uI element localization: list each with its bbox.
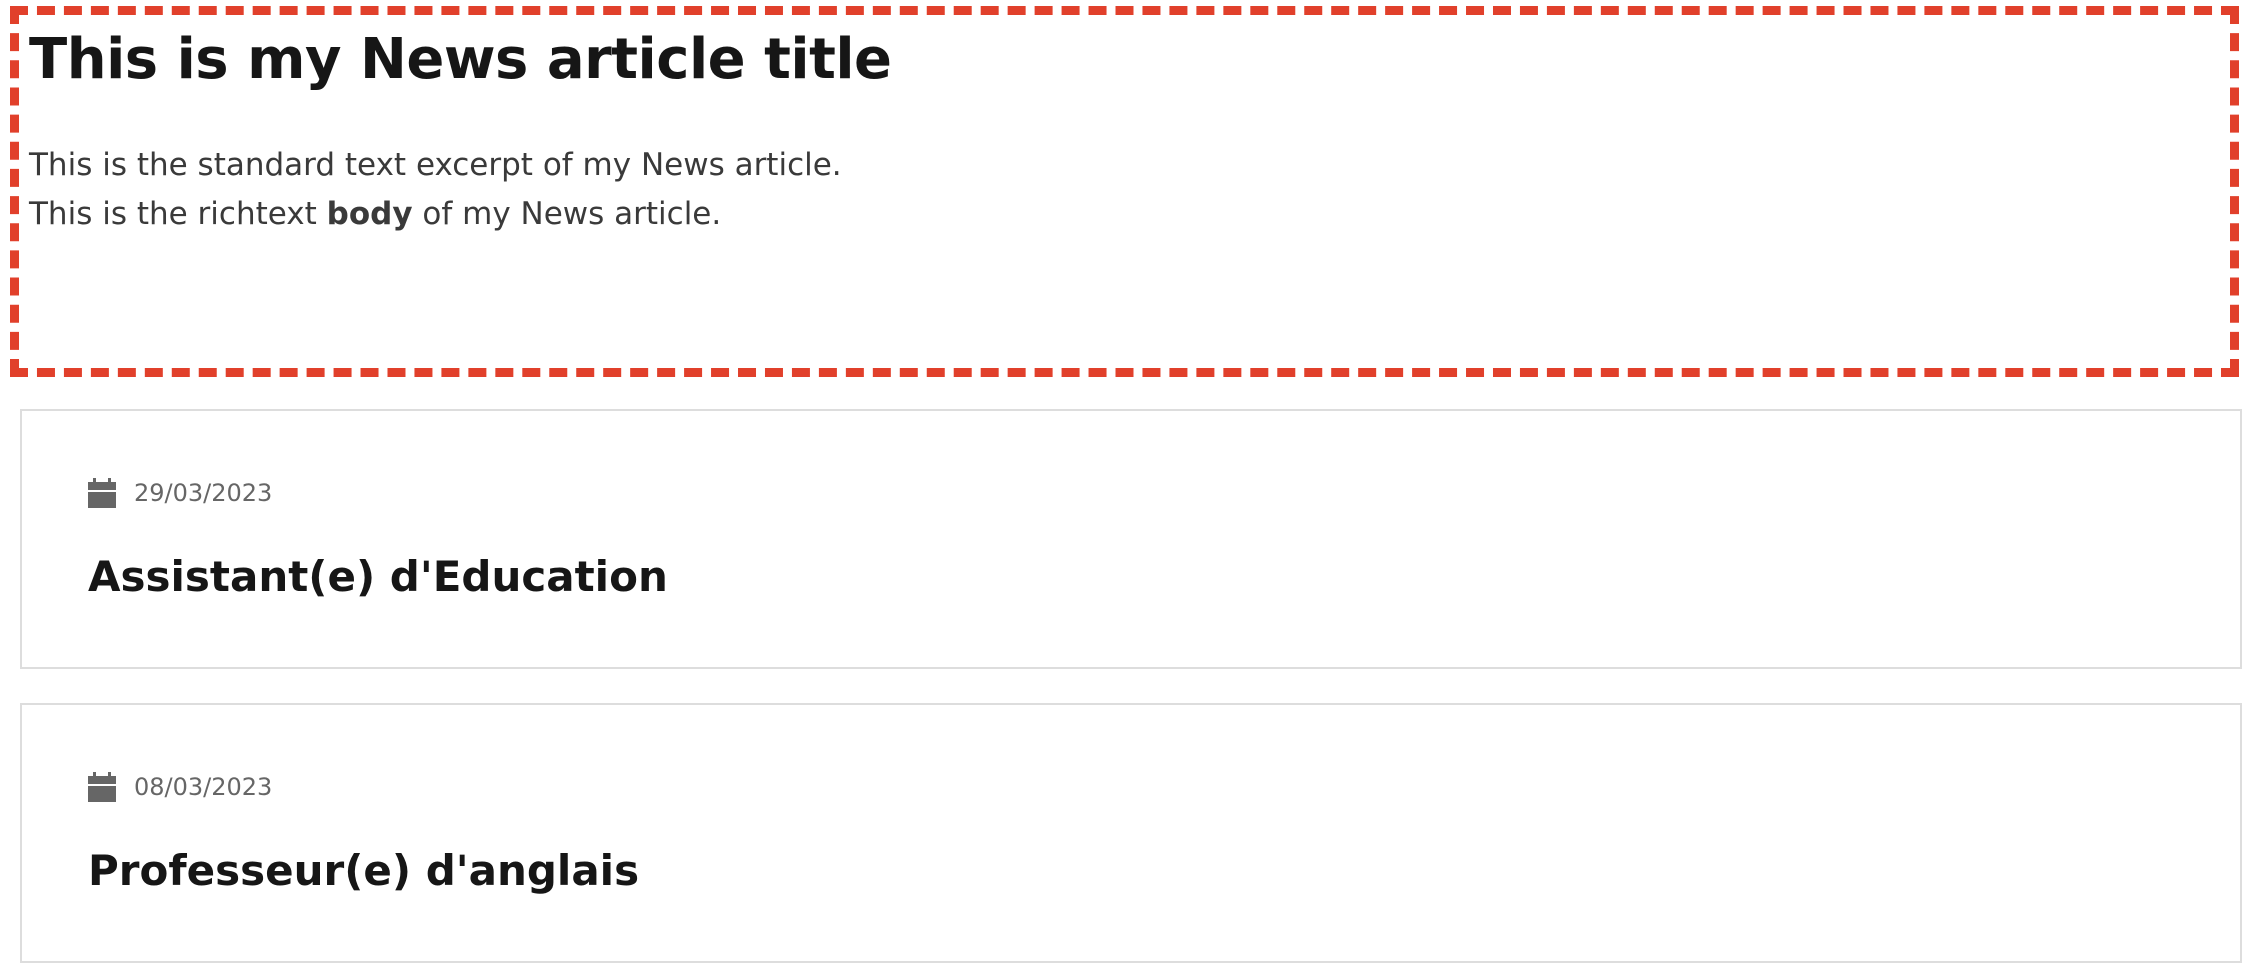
calendar-icon [88, 772, 116, 802]
article-body: This is the richtext body of my News art… [29, 190, 2220, 239]
card-title[interactable]: Assistant(e) d'Education [88, 549, 668, 605]
card-date: 08/03/2023 [134, 773, 273, 801]
news-card[interactable]: 29/03/2023 Assistant(e) d'Education [20, 409, 2242, 669]
page: This is my News article title This is th… [0, 0, 2254, 980]
article-body-text: This is the richtext [29, 196, 327, 232]
card-date-row: 29/03/2023 [88, 477, 272, 509]
card-title[interactable]: Professeur(e) d'anglais [88, 843, 639, 899]
card-date-row: 08/03/2023 [88, 771, 272, 803]
article-body-text-end: of my News article. [412, 196, 722, 232]
calendar-icon [88, 478, 116, 508]
article-excerpt: This is the standard text excerpt of my … [29, 147, 842, 183]
news-card[interactable]: 08/03/2023 Professeur(e) d'anglais [20, 703, 2242, 963]
article-body-bold: body [326, 196, 413, 232]
card-date: 29/03/2023 [134, 479, 273, 507]
news-article-highlight: This is my News article title This is th… [10, 6, 2239, 377]
article-title: This is my News article title [29, 27, 892, 92]
